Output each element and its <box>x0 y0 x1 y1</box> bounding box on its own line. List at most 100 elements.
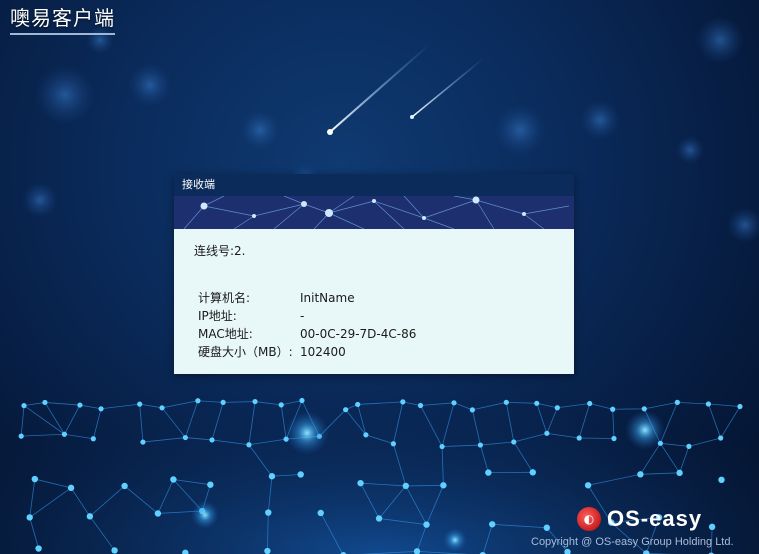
network-glow-node <box>443 528 467 552</box>
receiver-dialog: 接收端 连线号:2. 计算机名: InitName IP地址: - MAC地址:… <box>174 174 574 374</box>
network-node <box>686 443 692 449</box>
network-glow-node <box>191 501 219 529</box>
dialog-banner <box>174 196 574 229</box>
copyright-text: Copyright @ OS-easy Group Holding Ltd. <box>531 536 734 548</box>
network-node <box>355 401 361 408</box>
network-node <box>503 399 509 405</box>
os-easy-logo-icon: ◐ <box>577 507 601 531</box>
network-node <box>469 407 475 413</box>
network-node <box>26 514 33 521</box>
app-title: 噢易客户端 <box>10 2 115 35</box>
network-node <box>543 524 550 531</box>
network-node <box>587 400 593 407</box>
computer-name-label: 计算机名: <box>198 291 251 305</box>
network-node <box>159 405 165 411</box>
network-node <box>67 484 75 492</box>
network-node <box>209 437 215 443</box>
network-node <box>61 431 68 437</box>
info-row-ip-address: IP地址: - <box>198 307 558 325</box>
connection-number: 连线号:2. <box>194 244 246 258</box>
mac-address-label: MAC地址: <box>198 327 253 341</box>
network-node <box>246 442 252 448</box>
network-glow-node <box>285 411 329 455</box>
network-node <box>737 403 743 410</box>
banner-network-graphic <box>174 196 574 229</box>
network-node <box>154 510 162 517</box>
network-node <box>77 402 83 408</box>
os-easy-logo: ◐ OS-easy <box>577 506 702 532</box>
network-node <box>42 399 48 406</box>
network-glow-node <box>625 410 665 450</box>
network-node <box>357 479 364 487</box>
disk-size-value: 102400 <box>300 345 346 359</box>
network-link <box>579 437 614 439</box>
mac-address-value: 00-0C-29-7D-4C-86 <box>300 327 417 341</box>
network-node <box>343 407 349 413</box>
network-node <box>534 400 540 406</box>
network-node <box>86 513 94 520</box>
network-node <box>18 433 24 439</box>
network-node <box>390 441 396 447</box>
network-node <box>21 403 27 409</box>
network-node <box>265 509 272 516</box>
network-node <box>544 430 550 436</box>
network-node <box>440 482 447 489</box>
network-node <box>511 439 517 445</box>
network-node <box>98 406 104 412</box>
network-node <box>637 471 644 478</box>
brand-name: OS-easy <box>607 506 703 531</box>
network-node <box>363 432 369 438</box>
ip-address-value: - <box>300 309 305 323</box>
network-node <box>451 400 457 406</box>
network-node <box>182 434 188 441</box>
network-node <box>121 482 128 490</box>
network-node <box>195 398 201 404</box>
network-node <box>610 406 616 412</box>
network-node <box>611 435 617 442</box>
network-node <box>170 476 177 483</box>
network-node <box>297 471 304 478</box>
network-node <box>207 481 214 488</box>
network-node <box>35 545 42 552</box>
network-node <box>111 547 118 554</box>
info-row-mac-address: MAC地址: 00-0C-29-7D-4C-86 <box>198 325 558 343</box>
network-node <box>708 523 716 531</box>
network-node <box>718 476 725 484</box>
dialog-body: 连线号:2. 计算机名: InitName IP地址: - MAC地址: 00-… <box>174 229 574 374</box>
network-node <box>676 469 683 477</box>
meteor-streaks <box>327 43 485 135</box>
network-node <box>718 435 724 441</box>
network-node <box>439 443 445 450</box>
network-node <box>264 547 271 554</box>
network-node <box>529 469 536 476</box>
network-node <box>674 399 680 405</box>
network-node <box>477 442 484 448</box>
network-node <box>423 521 430 528</box>
info-row-disk-size: 硬盘大小（MB）: 102400 <box>198 343 558 361</box>
network-node <box>137 401 143 407</box>
network-node <box>299 397 305 404</box>
network-node <box>576 435 582 441</box>
network-node <box>554 405 560 411</box>
network-node <box>268 473 276 480</box>
network-node <box>220 399 226 405</box>
network-node <box>375 515 383 522</box>
network-node <box>402 482 410 490</box>
computer-name-value: InitName <box>300 291 355 305</box>
network-node <box>140 439 146 445</box>
network-node <box>705 401 712 407</box>
network-node <box>252 398 258 405</box>
network-node <box>485 469 492 476</box>
network-node <box>90 436 96 442</box>
network-node <box>31 475 39 483</box>
network-node <box>417 402 424 409</box>
dialog-title: 接收端 <box>174 174 574 196</box>
network-node <box>278 402 284 408</box>
network-node <box>317 509 324 517</box>
info-row-computer-name: 计算机名: InitName <box>198 289 558 307</box>
network-node <box>489 521 496 528</box>
disk-size-label: 硬盘大小（MB）: <box>198 345 293 359</box>
ip-address-label: IP地址: <box>198 309 237 323</box>
network-node <box>584 482 592 489</box>
network-node <box>400 399 406 405</box>
